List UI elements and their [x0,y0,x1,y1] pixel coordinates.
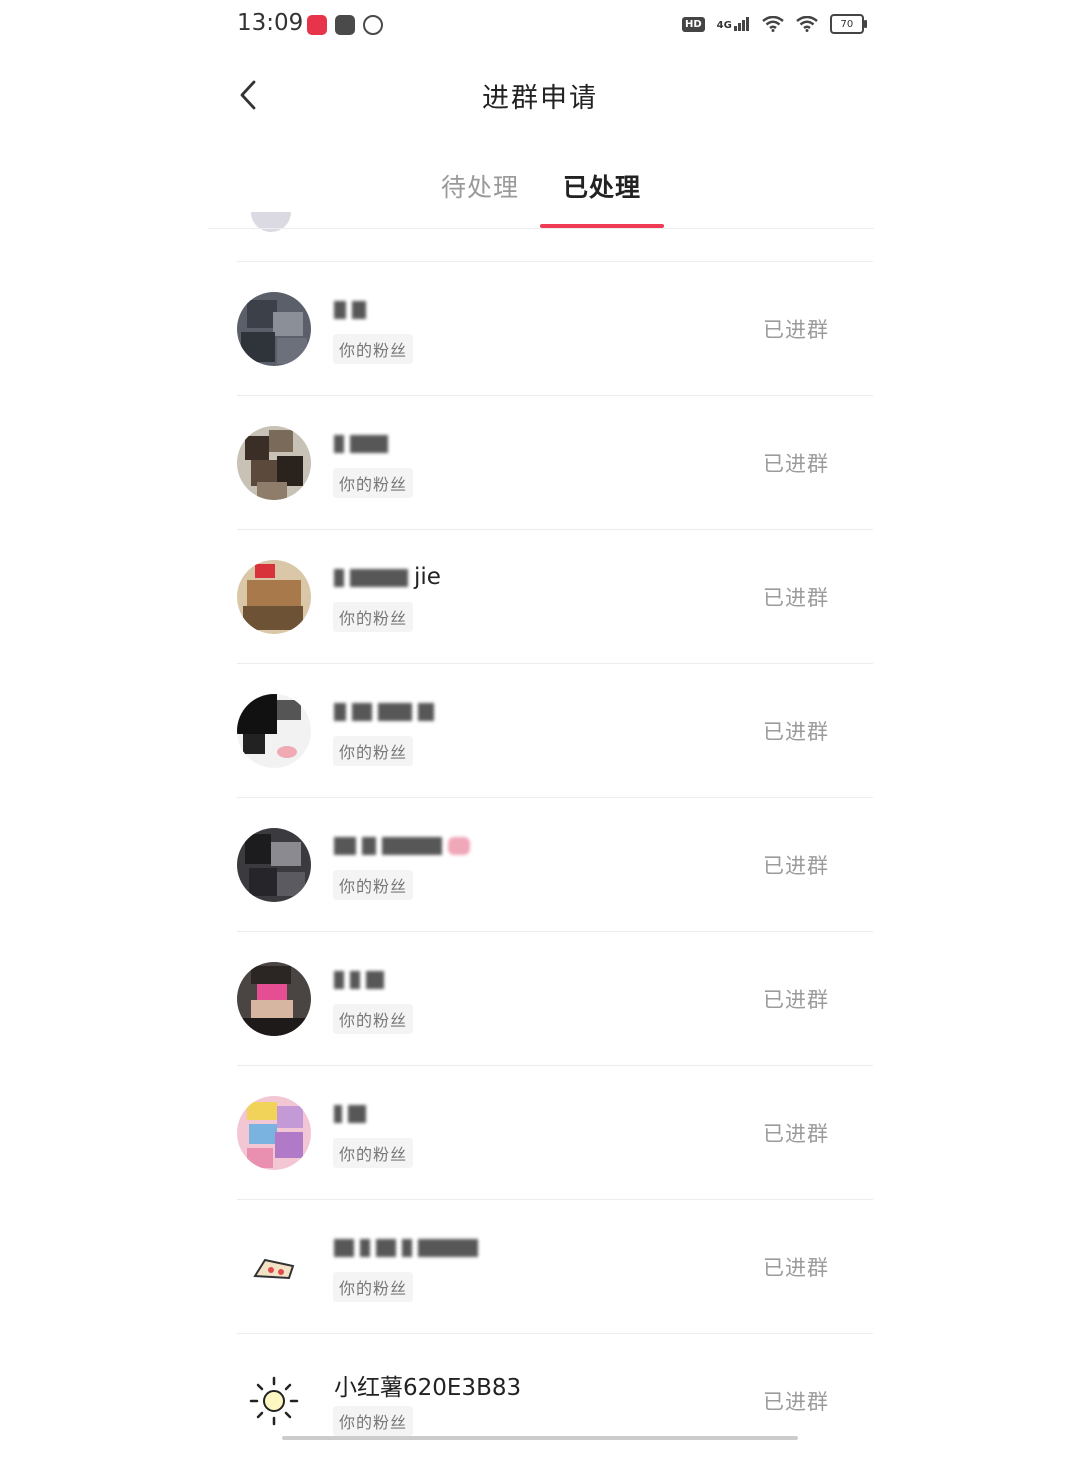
redacted-name [378,702,412,721]
navigation-bar: 进群申请 [0,60,1080,132]
user-name [334,1234,484,1260]
fan-tag: 你的粉丝 [333,1004,414,1034]
redacted-name [418,1238,478,1257]
redacted-name [362,836,376,855]
avatar[interactable] [237,292,311,366]
status-label: 已进群 [763,720,829,744]
redacted-name [350,568,408,587]
user-name: 小红薯620E3B83 [334,1368,521,1402]
redacted-name [348,1104,366,1123]
hd-icon: HD [682,16,705,32]
user-name [334,698,440,724]
redacted-name [366,970,384,989]
fan-tag: 你的粉丝 [333,1138,414,1168]
status-label: 已进群 [763,452,829,476]
status-label: 已进群 [763,586,829,610]
fan-tag: 你的粉丝 [333,736,414,766]
avatar[interactable] [237,828,311,902]
redacted-name [334,702,346,721]
status-label: 已进群 [763,1390,829,1414]
redacted-name [382,836,442,855]
list-item[interactable]: 你的粉丝 已进群 [237,663,873,797]
user-name: jie [334,564,441,590]
list-item[interactable]: 你的粉丝 已进群 [237,797,873,931]
notification-icons [307,15,383,35]
tab-processed[interactable]: 已处理 [540,168,664,204]
fan-tag: 你的粉丝 [333,1272,414,1302]
page-title: 进群申请 [482,83,598,114]
redacted-name [376,1238,396,1257]
fan-tag: 你的粉丝 [333,334,414,364]
avatar[interactable] [237,1230,311,1304]
list-item[interactable]: 你的粉丝 已进群 [237,1065,873,1199]
fan-tag: 你的粉丝 [333,1406,414,1436]
tabs-divider [208,228,874,229]
fan-tag: 你的粉丝 [333,870,414,900]
redacted-name [334,836,356,855]
status-label: 已进群 [763,988,829,1012]
redacted-name [334,300,346,319]
fan-tag: 你的粉丝 [333,602,414,632]
cellular-signal-icon: 4G [717,17,750,31]
redacted-name [360,1238,370,1257]
list-item[interactable]: 你的粉丝 已进群 [237,931,873,1065]
list-item[interactable]: 小红薯620E3B83 你的粉丝 已进群 [237,1333,873,1467]
user-name [334,832,470,858]
avatar[interactable] [237,1364,311,1438]
redacted-name [334,1104,342,1123]
misc-notification-icon [363,15,383,35]
tab-pending[interactable]: 待处理 [418,168,542,204]
avatar[interactable] [237,1096,311,1170]
sun-icon [237,1364,311,1438]
user-name [334,430,394,456]
app-notification-icon [307,15,327,35]
fan-tag: 你的粉丝 [333,468,414,498]
redacted-name [334,970,344,989]
redacted-name [334,1238,354,1257]
avatar[interactable] [237,560,311,634]
status-bar: 13:09 HD 4G 70 [0,0,1080,52]
user-name [334,966,390,992]
status-label: 已进群 [763,318,829,342]
status-label: 已进群 [763,854,829,878]
redacted-name [352,702,372,721]
mail-notification-icon [335,15,355,35]
list-item[interactable]: 你的粉丝 已进群 [237,1199,873,1333]
redacted-name [418,702,434,721]
system-indicators: HD 4G 70 [682,14,867,34]
avatar[interactable] [237,426,311,500]
redacted-name [350,434,388,453]
network-type-label: 4G [716,20,732,31]
tab-bar: 待处理 已处理 [0,160,1080,230]
list-item[interactable]: 你的粉丝 已进群 [237,261,873,395]
avatar[interactable] [237,694,311,768]
request-list: 你的粉丝 已进群 你的粉丝 已进群 jie 你的粉丝 已进群 你的粉丝 已进群 … [0,261,1080,1467]
redacted-name [352,300,366,319]
user-name-text: 小红薯620E3B83 [334,1375,522,1401]
wifi-icon [762,16,784,32]
list-item[interactable]: jie 你的粉丝 已进群 [237,529,873,663]
status-label: 已进群 [763,1256,829,1280]
signal-bars-icon [733,17,749,31]
redacted-name [350,970,360,989]
list-item[interactable]: 你的粉丝 已进群 [237,395,873,529]
user-name [334,1100,372,1126]
battery-icon: 70 [829,14,867,34]
user-name-text: jie [414,564,441,590]
avatar[interactable] [237,962,311,1036]
status-label: 已进群 [763,1122,829,1146]
user-name [334,296,372,322]
status-time: 13:09 [237,10,304,36]
flower-emoji [448,836,470,855]
wifi-icon-2 [796,16,818,32]
redacted-name [334,568,344,587]
home-indicator [282,1436,798,1440]
redacted-name [402,1238,412,1257]
redacted-name [334,434,344,453]
